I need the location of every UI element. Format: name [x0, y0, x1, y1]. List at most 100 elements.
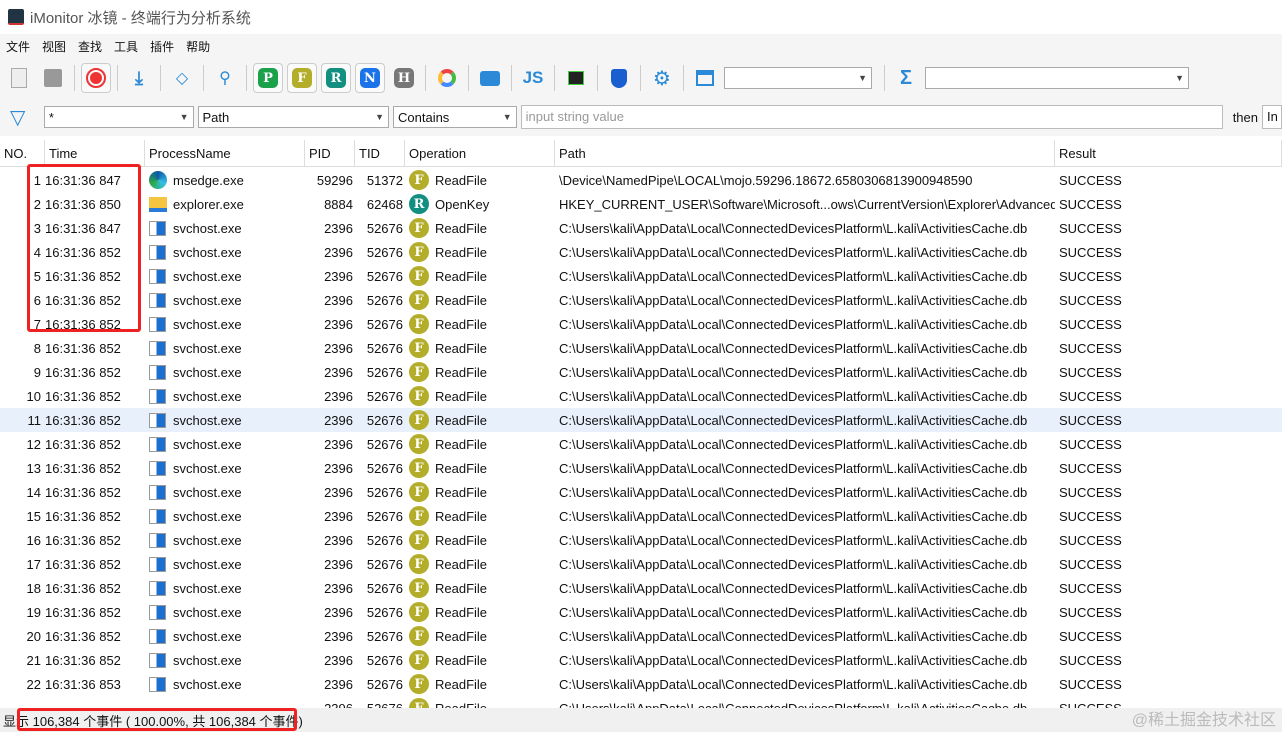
column-header-result[interactable]: Result — [1055, 140, 1282, 166]
column-header-pid[interactable]: PID — [305, 140, 355, 166]
menu-view[interactable]: 视图 — [36, 38, 72, 55]
eraser-icon[interactable]: ◇ — [167, 63, 197, 93]
table-row[interactable]: 20 16:31:36 852 svchost.exe 2396 52676 F ReadF… — [0, 624, 1282, 648]
window-title: iMonitor 冰镜 - 终端行为分析系统 — [30, 9, 251, 27]
row-operation: F ReadFile — [405, 314, 555, 334]
row-result: SUCCESS — [1059, 340, 1122, 356]
filter-relation-select[interactable]: Contains ▼ — [393, 106, 517, 128]
row-operation: F ReadFile — [405, 290, 555, 310]
row-number: 17 — [26, 556, 41, 572]
table-row[interactable]: 1 16:31:36 847 msedge.exe 59296 51372 F ReadFi… — [0, 168, 1282, 192]
column-header-process[interactable]: ProcessName — [145, 140, 305, 166]
registry-filter-button[interactable]: R — [321, 63, 351, 93]
row-operation: F ReadFile — [405, 338, 555, 358]
row-process: svchost.exe — [145, 652, 305, 668]
table-row[interactable]: 6 16:31:36 852 svchost.exe 2396 52676 F ReadFi… — [0, 288, 1282, 312]
record-icon[interactable] — [81, 63, 111, 93]
table-row[interactable]: 15 16:31:36 852 svchost.exe 2396 52676 F ReadF… — [0, 504, 1282, 528]
row-number: 20 — [26, 628, 41, 644]
h-button[interactable]: H — [389, 63, 419, 93]
table-row[interactable]: 16 16:31:36 852 svchost.exe 2396 52676 F ReadF… — [0, 528, 1282, 552]
column-header-tid[interactable]: TID — [355, 140, 405, 166]
monitor-icon[interactable] — [561, 63, 591, 93]
menu-plugins[interactable]: 插件 — [144, 38, 180, 55]
table-row[interactable]: 10 16:31:36 852 svchost.exe 2396 52676 F ReadF… — [0, 384, 1282, 408]
save-icon[interactable] — [38, 63, 68, 93]
row-path: C:\Users\kali\AppData\Local\ConnectedDev… — [559, 580, 1028, 596]
filter-field-select[interactable]: Path ▼ — [197, 106, 389, 128]
table-row[interactable]: 11 16:31:36 852 svchost.exe 2396 52676 F ReadF… — [0, 408, 1282, 432]
sigma-icon[interactable]: Σ — [891, 63, 921, 93]
row-result: SUCCESS — [1059, 196, 1122, 212]
filter-value-input[interactable]: input string value — [520, 105, 1223, 129]
column-header-time[interactable]: Time — [45, 140, 145, 166]
then-label: then — [1232, 109, 1258, 125]
row-path: C:\Users\kali\AppData\Local\ConnectedDev… — [559, 268, 1028, 284]
row-tid: 52676 — [366, 484, 403, 500]
row-result: SUCCESS — [1059, 580, 1122, 596]
operation-name: ReadFile — [435, 412, 488, 428]
table-row[interactable]: 4 16:31:36 852 svchost.exe 2396 52676 F ReadFi… — [0, 240, 1282, 264]
column-header-no[interactable]: NO. — [0, 140, 45, 166]
gear-icon[interactable]: ⚙ — [647, 63, 677, 93]
process-name: svchost.exe — [173, 628, 242, 644]
row-tid: 52676 — [366, 436, 403, 452]
row-pid: 2396 — [324, 412, 353, 428]
row-tid: 52676 — [366, 580, 403, 596]
table-row[interactable]: 9 16:31:36 852 svchost.exe 2396 52676 F ReadFi… — [0, 360, 1282, 384]
row-operation: F ReadFile — [405, 170, 555, 190]
toolbar-dropdown-2[interactable]: ▼ — [925, 67, 1189, 89]
table-row[interactable]: 5 16:31:36 852 svchost.exe 2396 52676 F ReadFi… — [0, 264, 1282, 288]
table-row[interactable]: 22 16:31:36 853 svchost.exe 2396 52676 F ReadF… — [0, 672, 1282, 696]
shield-icon[interactable] — [604, 63, 634, 93]
row-process: svchost.exe — [145, 244, 305, 260]
menu-file[interactable]: 文件 — [0, 38, 36, 55]
column-header-path[interactable]: Path — [555, 140, 1055, 166]
menu-help[interactable]: 帮助 — [180, 38, 216, 55]
process-filter-button[interactable]: P — [253, 63, 283, 93]
edge-icon — [149, 171, 167, 189]
row-pid: 2396 — [324, 652, 353, 668]
row-pid: 2396 — [324, 244, 353, 260]
table-row[interactable]: 2396 52676 F ReadFile C:\Users\kali\AppData\… — [0, 696, 1282, 708]
row-process: svchost.exe — [145, 580, 305, 596]
js-icon[interactable]: JS — [518, 63, 548, 93]
location-icon[interactable]: ⚲ — [210, 63, 240, 93]
window-icon — [149, 676, 166, 692]
operation-name: ReadFile — [435, 508, 488, 524]
table-row[interactable]: 2 16:31:36 850 explorer.exe 8884 62468 R OpenK… — [0, 192, 1282, 216]
operation-name: ReadFile — [435, 340, 488, 356]
window-icon — [149, 532, 166, 548]
row-operation: F ReadFile — [405, 482, 555, 502]
row-path: C:\Users\kali\AppData\Local\ConnectedDev… — [559, 316, 1028, 332]
table-row[interactable]: 13 16:31:36 852 svchost.exe 2396 52676 F ReadF… — [0, 456, 1282, 480]
color-wheel-icon[interactable] — [432, 63, 462, 93]
table-row[interactable]: 8 16:31:36 852 svchost.exe 2396 52676 F ReadFi… — [0, 336, 1282, 360]
new-icon[interactable] — [4, 63, 34, 93]
camera-icon[interactable] — [475, 63, 505, 93]
filter-column-select[interactable]: * ▼ — [43, 106, 194, 128]
row-process: svchost.exe — [145, 412, 305, 428]
row-tid: 52676 — [366, 676, 403, 692]
file-filter-button[interactable]: F — [287, 63, 317, 93]
menu-tools[interactable]: 工具 — [108, 38, 144, 55]
table-row[interactable]: 12 16:31:36 852 svchost.exe 2396 52676 F ReadF… — [0, 432, 1282, 456]
table-row[interactable]: 7 16:31:36 852 svchost.exe 2396 52676 F ReadFi… — [0, 312, 1282, 336]
network-filter-button[interactable]: N — [355, 63, 385, 93]
table-row[interactable]: 19 16:31:36 852 svchost.exe 2396 52676 F ReadF… — [0, 600, 1282, 624]
filter-action-select[interactable]: In — [1262, 105, 1282, 129]
calendar-icon[interactable] — [690, 63, 720, 93]
column-header-operation[interactable]: Operation — [405, 140, 555, 166]
process-name: svchost.exe — [173, 412, 242, 428]
toolbar-dropdown-1[interactable]: ▼ — [724, 67, 872, 89]
row-number: 15 — [26, 508, 41, 524]
table-row[interactable]: 17 16:31:36 852 svchost.exe 2396 52676 F ReadF… — [0, 552, 1282, 576]
download-icon[interactable]: ⤓ — [124, 63, 154, 93]
table-row[interactable]: 18 16:31:36 852 svchost.exe 2396 52676 F ReadF… — [0, 576, 1282, 600]
row-number: 14 — [26, 484, 41, 500]
table-row[interactable]: 3 16:31:36 847 svchost.exe 2396 52676 F ReadFi… — [0, 216, 1282, 240]
menu-find[interactable]: 查找 — [72, 38, 108, 55]
row-pid: 2396 — [324, 436, 353, 452]
table-row[interactable]: 21 16:31:36 852 svchost.exe 2396 52676 F ReadF… — [0, 648, 1282, 672]
table-row[interactable]: 14 16:31:36 852 svchost.exe 2396 52676 F ReadF… — [0, 480, 1282, 504]
